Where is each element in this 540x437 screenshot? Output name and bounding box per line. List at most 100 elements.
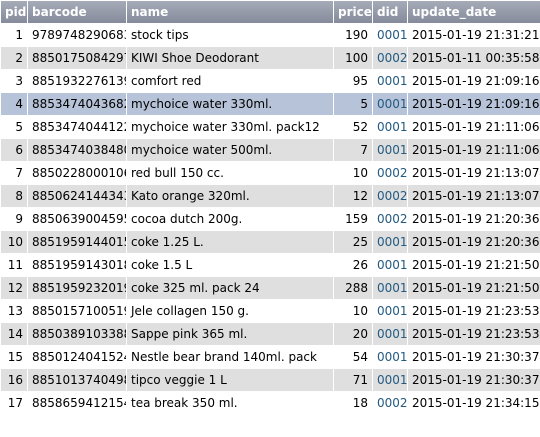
cell-barcode: 8850175084297 <box>28 47 126 69</box>
cell-price: 288 <box>334 277 372 299</box>
table-row[interactable]: 3 8851932276139 comfort red 95 0001 2015-01-1… <box>1 70 540 92</box>
cell-update-date: 2015-01-19 21:31:21 <box>408 24 540 46</box>
cell-pid: 12 <box>1 277 27 299</box>
cell-pid: 13 <box>1 300 27 322</box>
table-row[interactable]: 17 8858659412154 tea break 350 ml. 18 0002 20… <box>1 392 540 414</box>
cell-barcode: 8853474038480 <box>28 139 126 161</box>
cell-name: coke 1.5 L <box>127 254 333 276</box>
cell-barcode: 8851959232019 <box>28 277 126 299</box>
cell-did-link[interactable]: 0001 <box>373 231 407 253</box>
table-row[interactable]: 2 8850175084297 KIWI Shoe Deodorant 100 0002… <box>1 47 540 69</box>
cell-price: 190 <box>334 24 372 46</box>
column-header-did[interactable]: did <box>373 1 407 23</box>
cell-name: red bull 150 cc. <box>127 162 333 184</box>
cell-update-date: 2015-01-19 21:13:07 <box>408 185 540 207</box>
cell-pid: 9 <box>1 208 27 230</box>
table-row[interactable]: 13 8850157100519 Jele collagen 150 g. 10 000… <box>1 300 540 322</box>
products-table: pid barcode name price did update_date 1… <box>0 0 540 415</box>
cell-pid: 4 <box>1 93 27 115</box>
cell-update-date: 2015-01-19 21:21:50 <box>408 254 540 276</box>
cell-did-link[interactable]: 0001 <box>373 254 407 276</box>
cell-did-link[interactable]: 0001 <box>373 323 407 345</box>
cell-update-date: 2015-01-19 21:09:16 <box>408 93 540 115</box>
cell-name: Nestle bear brand 140ml. pack <box>127 346 333 368</box>
column-header-price[interactable]: price <box>334 1 372 23</box>
cell-barcode: 8851959143018 <box>28 254 126 276</box>
cell-barcode: 8858659412154 <box>28 392 126 414</box>
cell-pid: 16 <box>1 369 27 391</box>
cell-did-link[interactable]: 0002 <box>373 185 407 207</box>
column-header-name[interactable]: name <box>127 1 333 23</box>
cell-pid: 17 <box>1 392 27 414</box>
cell-did-link[interactable]: 0001 <box>373 116 407 138</box>
cell-name: mychoice water 500ml. <box>127 139 333 161</box>
table-row[interactable]: 5 8853474044122 mychoice water 330ml. pack… <box>1 116 540 138</box>
table-row[interactable]: 4 8853474043682 mychoice water 330ml. 5 0001… <box>1 93 540 115</box>
cell-pid: 15 <box>1 346 27 368</box>
cell-update-date: 2015-01-19 21:20:36 <box>408 231 540 253</box>
cell-did-link[interactable]: 0001 <box>373 369 407 391</box>
cell-barcode: 8850228000106 <box>28 162 126 184</box>
cell-did-link[interactable]: 0001 <box>373 277 407 299</box>
cell-name: Kato orange 320ml. <box>127 185 333 207</box>
cell-barcode: 9789748290683 <box>28 24 126 46</box>
cell-did-link[interactable]: 0001 <box>373 346 407 368</box>
cell-price: 20 <box>334 323 372 345</box>
table-row[interactable]: 14 8850389103388 Sappe pink 365 ml. 20 0001 2… <box>1 323 540 345</box>
table-row[interactable]: 7 8850228000106 red bull 150 cc. 10 0002 2015… <box>1 162 540 184</box>
cell-barcode: 8853474044122 <box>28 116 126 138</box>
cell-update-date: 2015-01-19 21:30:37 <box>408 369 540 391</box>
table-row[interactable]: 11 8851959143018 coke 1.5 L 26 0001 2015-01-1… <box>1 254 540 276</box>
cell-pid: 3 <box>1 70 27 92</box>
cell-price: 52 <box>334 116 372 138</box>
table-row[interactable]: 9 8850639004595 cocoa dutch 200g. 159 0002 20… <box>1 208 540 230</box>
cell-name: comfort red <box>127 70 333 92</box>
cell-did-link[interactable]: 0001 <box>373 70 407 92</box>
cell-barcode: 8850124041524 <box>28 346 126 368</box>
cell-update-date: 2015-01-19 21:13:07 <box>408 162 540 184</box>
table-row[interactable]: 6 8853474038480 mychoice water 500ml. 7 0001… <box>1 139 540 161</box>
column-header-pid[interactable]: pid <box>1 1 27 23</box>
table-row[interactable]: 1 9789748290683 stock tips 190 0001 2015-01-1… <box>1 24 540 46</box>
cell-price: 12 <box>334 185 372 207</box>
cell-pid: 2 <box>1 47 27 69</box>
cell-name: coke 325 ml. pack 24 <box>127 277 333 299</box>
cell-pid: 7 <box>1 162 27 184</box>
table-row[interactable]: 8 8850624144343 Kato orange 320ml. 12 0002 20… <box>1 185 540 207</box>
table-row[interactable]: 10 8851959144015 coke 1.25 L. 25 0001 2015-01… <box>1 231 540 253</box>
cell-did-link[interactable]: 0001 <box>373 300 407 322</box>
cell-did-link[interactable]: 0002 <box>373 392 407 414</box>
table-row[interactable]: 15 8850124041524 Nestle bear brand 140ml. … <box>1 346 540 368</box>
cell-name: stock tips <box>127 24 333 46</box>
cell-barcode: 8850389103388 <box>28 323 126 345</box>
cell-pid: 11 <box>1 254 27 276</box>
cell-did-link[interactable]: 0001 <box>373 139 407 161</box>
cell-name: KIWI Shoe Deodorant <box>127 47 333 69</box>
cell-barcode: 8850639004595 <box>28 208 126 230</box>
cell-update-date: 2015-01-11 00:35:58 <box>408 47 540 69</box>
cell-price: 100 <box>334 47 372 69</box>
cell-price: 10 <box>334 300 372 322</box>
cell-did-link[interactable]: 0002 <box>373 162 407 184</box>
cell-price: 5 <box>334 93 372 115</box>
cell-update-date: 2015-01-19 21:21:50 <box>408 277 540 299</box>
cell-pid: 6 <box>1 139 27 161</box>
cell-did-link[interactable]: 0001 <box>373 93 407 115</box>
column-header-barcode[interactable]: barcode <box>28 1 126 23</box>
cell-name: Jele collagen 150 g. <box>127 300 333 322</box>
cell-update-date: 2015-01-19 21:20:36 <box>408 208 540 230</box>
cell-barcode: 8850157100519 <box>28 300 126 322</box>
cell-price: 10 <box>334 162 372 184</box>
column-header-update-date[interactable]: update_date <box>408 1 540 23</box>
cell-barcode: 8850624144343 <box>28 185 126 207</box>
cell-did-link[interactable]: 0002 <box>373 47 407 69</box>
table-row[interactable]: 16 8851013740498 tipco veggie 1 L 71 0001 201… <box>1 369 540 391</box>
table-row[interactable]: 12 8851959232019 coke 325 ml. pack 24 288 00… <box>1 277 540 299</box>
cell-did-link[interactable]: 0002 <box>373 208 407 230</box>
cell-price: 18 <box>334 392 372 414</box>
cell-name: cocoa dutch 200g. <box>127 208 333 230</box>
cell-price: 71 <box>334 369 372 391</box>
cell-update-date: 2015-01-19 21:09:16 <box>408 70 540 92</box>
cell-price: 7 <box>334 139 372 161</box>
cell-did-link[interactable]: 0001 <box>373 24 407 46</box>
